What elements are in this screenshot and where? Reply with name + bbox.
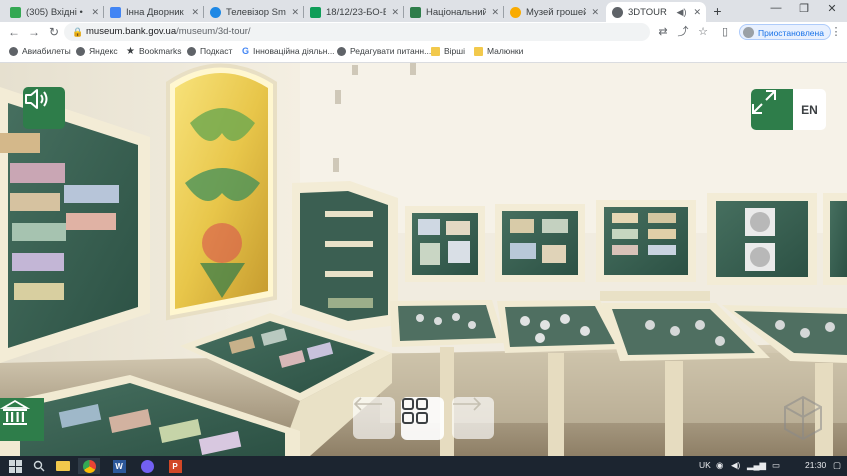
side-panel-icon[interactable]: ▯ <box>718 25 732 39</box>
bookmark-item[interactable]: G Інноваційна діяльн... <box>242 46 335 56</box>
audio-playing-icon: ◀) <box>676 6 687 17</box>
menu-icon[interactable]: ⋮ <box>829 25 843 39</box>
browser-tab-active[interactable]: 3DTOUR ◀) ✕ <box>606 2 706 22</box>
network-icon[interactable]: ▂▄▆ <box>747 460 766 471</box>
close-tab-icon[interactable]: ✕ <box>391 7 399 18</box>
browser-tab[interactable]: 18/12/23-БО-БА ✕ <box>304 2 404 22</box>
star-icon: ★ <box>126 45 135 57</box>
profile-button[interactable]: Приостановлена <box>739 24 831 40</box>
close-tab-icon[interactable]: ✕ <box>91 7 99 18</box>
viber-tray-icon[interactable]: ◉ <box>716 460 723 471</box>
address-bar[interactable]: 🔒 museum.bank.gov.ua/museum/3d-tour/ <box>64 23 650 41</box>
close-tab-icon[interactable]: ✕ <box>693 7 701 18</box>
globe-icon <box>76 46 85 56</box>
folder-icon <box>474 46 483 56</box>
folder-icon <box>431 46 440 56</box>
scene-gallery-button[interactable] <box>401 397 444 440</box>
close-tab-icon[interactable]: ✕ <box>191 7 199 18</box>
language-button[interactable]: EN <box>793 89 826 130</box>
word-icon[interactable]: W <box>108 458 130 474</box>
globe-icon <box>187 46 196 56</box>
maximize-icon[interactable]: ❐ <box>790 2 818 15</box>
close-window-icon[interactable]: ✕ <box>818 2 846 15</box>
site-favicon-icon <box>510 6 521 18</box>
translate-icon[interactable]: ⇄ <box>656 25 670 39</box>
bookmark-item[interactable]: Яндекс <box>76 46 118 56</box>
clock[interactable]: 21:30 <box>805 460 826 470</box>
3dtour-cube-logo-icon <box>783 395 823 441</box>
tour-panorama[interactable]: EN <box>0 63 847 456</box>
windows-taskbar: W P UK ◉ ◀) ▂▄▆ ▭ 21:30 ▢ <box>0 456 847 476</box>
sheets-icon <box>310 6 321 18</box>
chrome-icon[interactable] <box>78 458 100 474</box>
close-tab-icon[interactable]: ✕ <box>491 7 499 18</box>
google-meet-icon <box>110 6 121 18</box>
bookmark-item[interactable]: Авиабилеты <box>9 46 71 56</box>
powerpoint-icon[interactable]: P <box>164 458 186 474</box>
browser-tab[interactable]: Музей грошей Н ✕ <box>504 2 604 22</box>
keyboard-layout[interactable]: UK <box>699 460 711 470</box>
browser-tab[interactable]: (305) Вхідні • i.dvo ✕ <box>4 2 104 22</box>
browser-tab[interactable]: Національний ба ✕ <box>404 2 504 22</box>
url-host: museum.bank.gov.ua <box>86 26 177 37</box>
share-icon[interactable]: ⤴ <box>676 25 690 39</box>
lock-icon[interactable]: 🔒 <box>72 23 83 41</box>
wall-case-1 <box>405 206 485 282</box>
battery-icon[interactable]: ▭ <box>772 460 780 471</box>
notifications-icon[interactable]: ▢ <box>833 460 841 471</box>
wall-case-2 <box>495 204 585 282</box>
browser-tab[interactable]: Інна Дворник – G ✕ <box>104 2 204 22</box>
url-path: /museum/3d-tour/ <box>176 26 251 37</box>
minimize-icon[interactable]: — <box>762 2 790 14</box>
next-scene-button[interactable] <box>452 397 494 439</box>
volume-icon[interactable]: ◀) <box>731 460 740 471</box>
new-tab-button[interactable]: + <box>709 3 726 20</box>
bookmark-item[interactable]: Малюнки <box>474 46 523 56</box>
globe-icon <box>9 46 18 56</box>
viber-icon[interactable] <box>136 458 158 474</box>
sound-toggle-button[interactable] <box>23 87 65 129</box>
bookmarks-bar: Авиабилеты Яндекс ★ Bookmarks Подкаст G Ін… <box>0 42 847 63</box>
top-right-controls: EN <box>751 89 826 130</box>
google-icon: G <box>242 45 250 56</box>
start-button[interactable] <box>4 458 26 474</box>
close-tab-icon[interactable]: ✕ <box>291 7 299 18</box>
bookmark-item[interactable]: Редагувати питанн... <box>337 46 431 56</box>
bookmark-star-icon[interactable]: ☆ <box>696 25 710 39</box>
site-favicon-icon <box>612 6 623 18</box>
browser-tab[interactable]: Телевізор Smart T ✕ <box>204 2 304 22</box>
search-icon[interactable] <box>28 458 50 474</box>
site-favicon-icon <box>410 6 421 18</box>
fullscreen-button[interactable] <box>751 89 793 130</box>
wall-case-4 <box>707 193 817 285</box>
back-icon[interactable]: ← <box>6 24 22 40</box>
globe-icon <box>337 46 346 56</box>
gmail-icon <box>10 6 21 18</box>
bookmark-item[interactable]: ★ Bookmarks <box>126 46 181 56</box>
bookmark-item[interactable]: Подкаст <box>187 46 232 56</box>
file-explorer-icon[interactable] <box>52 458 74 474</box>
browser-tab-strip: (305) Вхідні • i.dvo ✕ Інна Дворник – G … <box>0 0 847 22</box>
wall-case-3 <box>596 200 696 282</box>
forward-icon[interactable]: → <box>26 24 42 40</box>
museum-home-button[interactable] <box>0 398 44 441</box>
previous-scene-button[interactable] <box>353 397 395 439</box>
bookmark-item[interactable]: Вірші <box>431 46 465 56</box>
site-favicon-icon <box>210 6 221 18</box>
browser-toolbar: ← → ↻ 🔒 museum.bank.gov.ua/museum/3d-tou… <box>0 22 847 42</box>
reload-icon[interactable]: ↻ <box>46 24 62 40</box>
close-tab-icon[interactable]: ✕ <box>591 7 599 18</box>
